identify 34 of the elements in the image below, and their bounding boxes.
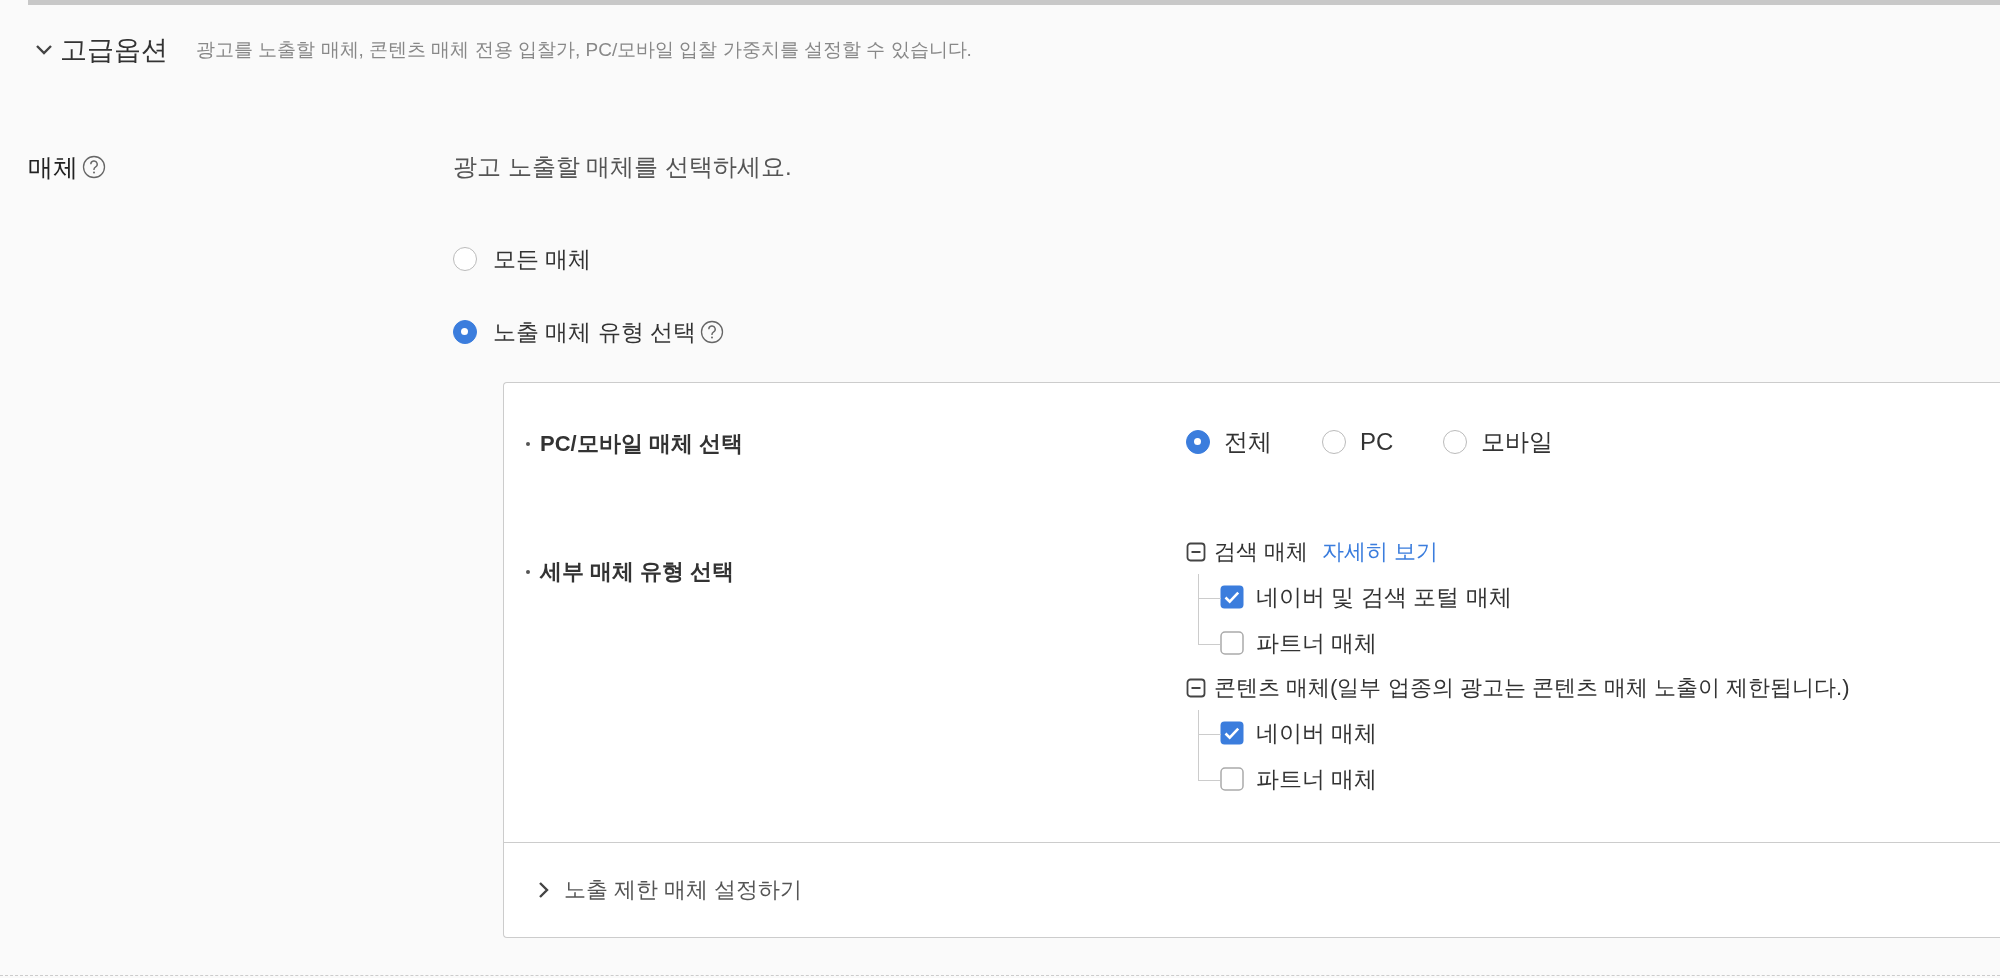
bullet-icon: [526, 442, 530, 446]
section-description: 광고를 노출할 매체, 콘텐츠 매체 전용 입찰가, PC/모바일 입찰 가중치를 설정할 수 있습니다.: [196, 38, 972, 62]
radio-label[interactable]: 전체: [1224, 426, 1272, 458]
instruction-text: 광고 노출할 매체를 선택하세요.: [453, 152, 793, 182]
checkbox[interactable]: [1220, 585, 1244, 609]
option-label: 세부 매체 유형 선택: [540, 558, 735, 586]
radio-button[interactable]: [1186, 430, 1210, 454]
details-link[interactable]: 자세히 보기: [1322, 537, 1439, 567]
radio-button[interactable]: [453, 247, 477, 271]
checkbox-label[interactable]: 네이버 매체: [1256, 717, 1378, 749]
checkbox[interactable]: [1220, 721, 1244, 745]
checkbox-label[interactable]: 네이버 및 검색 포털 매체: [1256, 581, 1512, 613]
radio-button[interactable]: [1322, 430, 1346, 454]
section-title[interactable]: 고급옵션: [60, 32, 168, 68]
field-label: 매체: [28, 151, 78, 183]
collapse-icon[interactable]: [1186, 678, 1206, 698]
radio-label[interactable]: 모든 매체: [493, 243, 592, 275]
radio-label[interactable]: 노출 매체 유형 선택: [493, 316, 697, 348]
bullet-icon: [526, 570, 530, 574]
checkbox-label[interactable]: 파트너 매체: [1256, 627, 1378, 659]
option-label: PC/모바일 매체 선택: [540, 430, 743, 458]
checkbox[interactable]: [1220, 767, 1244, 791]
radio-button[interactable]: [1443, 430, 1468, 454]
help-icon[interactable]: [700, 320, 725, 344]
collapse-icon[interactable]: [1186, 542, 1206, 562]
radio-label[interactable]: 모바일: [1481, 426, 1554, 458]
radio-button[interactable]: [453, 320, 477, 344]
group-label: 검색 매체: [1214, 538, 1309, 566]
checkbox[interactable]: [1220, 631, 1244, 655]
checkbox-label[interactable]: 파트너 매체: [1256, 763, 1378, 795]
help-icon[interactable]: [82, 155, 106, 179]
expand-link[interactable]: 노출 제한 매체 설정하기: [564, 875, 803, 905]
group-label: 콘텐츠 매체(일부 업종의 광고는 콘텐츠 매체 노출이 제한됩니다.): [1214, 674, 1850, 702]
radio-label[interactable]: PC: [1360, 428, 1394, 456]
